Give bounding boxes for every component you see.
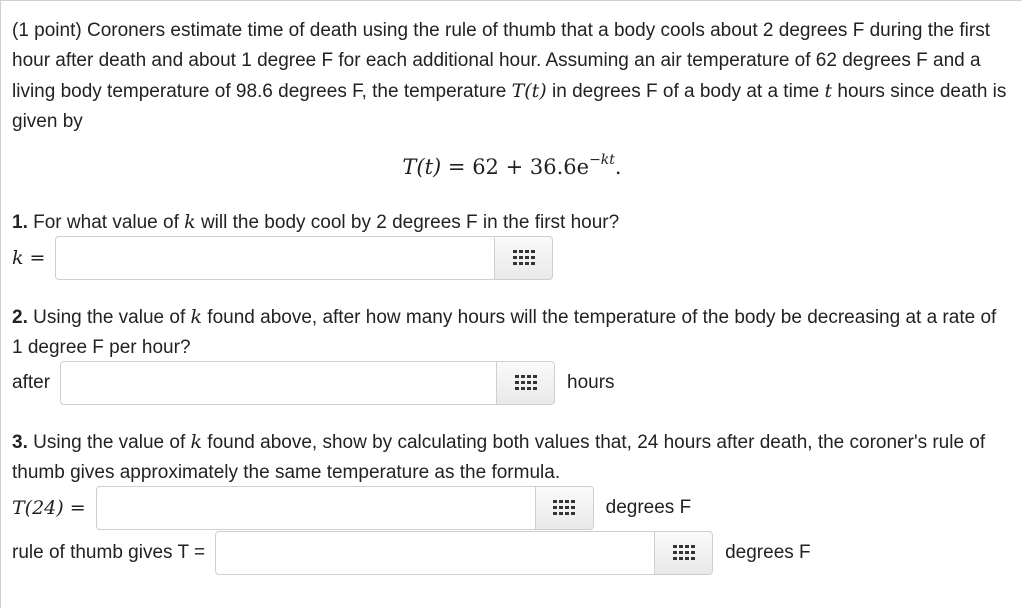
answer-T24-formula-input[interactable] — [95, 486, 536, 530]
equation-editor-grid-icon — [514, 375, 537, 390]
equation-editor-grid-icon — [553, 500, 576, 515]
formula-end: . — [614, 155, 622, 179]
question-1-text-a: For what value of — [27, 212, 185, 233]
answer-3b-unit: degrees F — [725, 542, 811, 563]
question-3: 3. Using the value of k found above, sho… — [12, 427, 1012, 488]
intro-math-t: t — [824, 80, 833, 102]
answer-row-1: k = — [12, 236, 554, 280]
equation-editor-button-1[interactable] — [495, 236, 554, 280]
question-3-math-k: k — [190, 431, 203, 453]
formula-exponent: −kt — [589, 152, 615, 168]
question-2-math-k: k — [190, 306, 203, 328]
answer-rule-of-thumb-input[interactable] — [215, 531, 656, 575]
equation-editor-grid-icon — [672, 545, 695, 560]
question-1-text-b: will the body cool by 2 degrees F in the… — [195, 212, 620, 233]
answer-row-3b: rule of thumb gives T = degrees F — [12, 531, 811, 575]
question-3-text-a: Using the value of — [27, 432, 191, 453]
answer-1-label: k = — [12, 247, 46, 269]
question-1-number: 1. — [12, 212, 28, 233]
equation-editor-grid-icon — [512, 250, 535, 265]
equation-editor-button-2[interactable] — [497, 361, 556, 405]
question-3-number: 3. — [12, 432, 28, 453]
equation-editor-button-3[interactable] — [535, 486, 594, 530]
formula-lhs: T(t) — [402, 155, 442, 179]
question-2-number: 2. — [12, 307, 28, 328]
answer-2-label: after — [12, 372, 51, 393]
question-1-math-k: k — [184, 211, 196, 233]
answer-k-input[interactable] — [55, 236, 496, 280]
intro-text-2: in degrees F of a body at a time — [546, 81, 825, 102]
formula-display: T(t) = 62 + 36.6e−kt. — [0, 152, 1024, 180]
question-2: 2. Using the value of k found above, aft… — [12, 302, 1012, 363]
formula-rhs: = 62 + 36.6e — [441, 155, 590, 179]
answer-row-3a: T(24) = degrees F — [12, 486, 691, 530]
answer-hours-input[interactable] — [60, 361, 498, 405]
problem-intro: (1 point) Coroners estimate time of deat… — [12, 16, 1012, 137]
answer-3b-label: rule of thumb gives T = — [12, 542, 206, 563]
question-1: 1. For what value of k will the body coo… — [12, 207, 1012, 238]
answer-2-unit: hours — [567, 372, 615, 393]
question-2-text-a: Using the value of — [27, 307, 191, 328]
answer-3a-label: T(24) = — [12, 497, 86, 519]
intro-math-T-of-t: T(t) — [511, 80, 547, 102]
equation-editor-button-4[interactable] — [655, 531, 714, 575]
answer-3a-unit: degrees F — [605, 497, 692, 518]
answer-row-2: after hours — [12, 361, 615, 405]
